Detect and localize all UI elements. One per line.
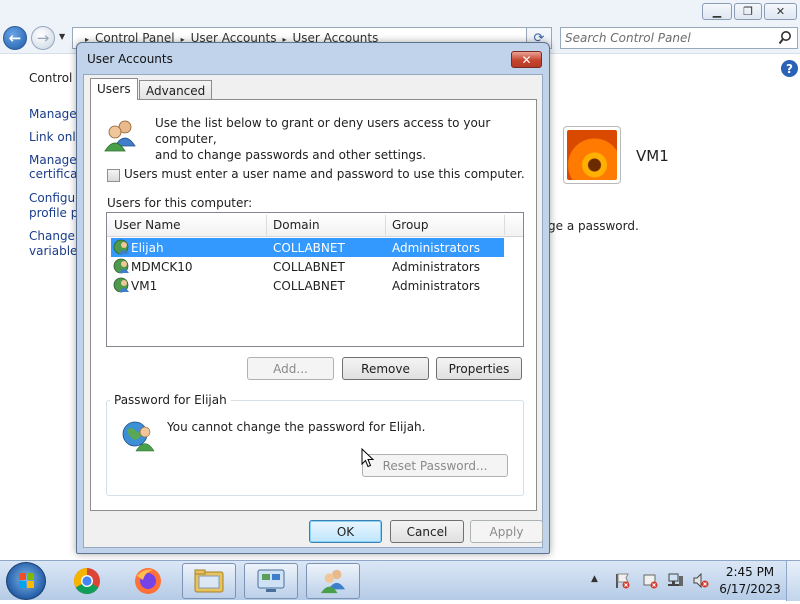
users-tab-panel: Use the list below to grant or deny user… <box>90 99 537 511</box>
restore-icon: ❐ <box>743 5 753 18</box>
dialog-client-area: Users Advanced Use the list below to gra… <box>83 74 543 548</box>
cancel-button[interactable]: Cancel <box>390 520 464 543</box>
volume-muted-icon[interactable] <box>692 572 709 589</box>
cell-domain: COLLABNET <box>273 279 345 293</box>
dialog-title: User Accounts <box>87 52 173 66</box>
cell-group: Administrators <box>392 279 481 293</box>
show-desktop-button[interactable] <box>786 561 800 601</box>
clock-date[interactable]: 6/17/2023 <box>718 582 782 596</box>
table-row[interactable]: MDMCK10 COLLABNET Administrators <box>111 257 504 276</box>
require-login-checkbox[interactable] <box>107 169 120 182</box>
close-icon: ✕ <box>775 5 786 18</box>
search-icon[interactable] <box>778 30 792 46</box>
history-dropdown-icon[interactable]: ▼ <box>59 32 65 41</box>
maximize-button[interactable]: ❐ <box>734 3 762 20</box>
back-button[interactable]: ← <box>3 26 27 50</box>
tab-users[interactable]: Users <box>90 78 138 100</box>
require-login-label[interactable]: Users must enter a user name and passwor… <box>124 167 525 181</box>
apply-button[interactable]: Apply <box>470 520 543 543</box>
column-divider[interactable] <box>504 215 505 235</box>
account-name: VM1 <box>636 147 669 165</box>
action-center-flag-icon[interactable] <box>614 572 631 589</box>
cell-domain: COLLABNET <box>273 241 345 255</box>
remove-user-button[interactable]: Remove <box>342 357 429 380</box>
cell-user-name: VM1 <box>131 279 158 293</box>
forward-button[interactable]: → <box>31 26 55 50</box>
notification-icon[interactable] <box>642 572 659 589</box>
intro-text: Use the list below to grant or deny user… <box>155 115 525 163</box>
flower-picture-icon <box>567 130 617 180</box>
cell-group: Administrators <box>392 260 481 274</box>
column-header-domain[interactable]: Domain <box>273 218 320 232</box>
users-list-label: Users for this computer: <box>107 196 253 210</box>
show-hidden-icons-icon[interactable]: ▲ <box>591 574 598 584</box>
dialog-close-button[interactable]: ✕ <box>511 51 542 68</box>
help-icon[interactable]: ? <box>781 60 798 77</box>
tab-advanced[interactable]: Advanced <box>139 80 213 100</box>
cell-group: Administrators <box>392 241 481 255</box>
table-row[interactable]: Elijah COLLABNET Administrators <box>111 238 504 257</box>
task-link[interactable]: Manage <box>29 107 77 121</box>
clock-time[interactable]: 2:45 PM <box>722 565 778 579</box>
list-header: User Name Domain Group <box>107 213 523 237</box>
task-link[interactable]: Manage <box>29 153 77 167</box>
task-link[interactable]: certificat <box>29 167 82 181</box>
mouse-cursor-icon <box>361 448 375 468</box>
close-button[interactable]: ✕ <box>764 3 797 20</box>
control-panel-icon <box>257 569 285 592</box>
windows-logo-icon <box>19 573 34 588</box>
users-list[interactable]: User Name Domain Group Elijah COLLABNET … <box>106 212 524 347</box>
cell-user-name: Elijah <box>131 241 164 255</box>
taskbar-user-accounts[interactable] <box>306 563 360 599</box>
properties-button[interactable]: Properties <box>436 357 522 380</box>
taskbar-chrome[interactable] <box>60 563 114 599</box>
start-button[interactable] <box>6 562 46 600</box>
table-row[interactable]: VM1 COLLABNET Administrators <box>111 276 504 295</box>
task-link[interactable]: Configur <box>29 191 80 205</box>
users-icon <box>104 120 136 152</box>
reset-password-button[interactable]: Reset Password... <box>362 454 508 477</box>
search-box[interactable] <box>560 27 798 49</box>
column-divider[interactable] <box>385 215 386 235</box>
cell-domain: COLLABNET <box>273 260 345 274</box>
taskbar-control-panel[interactable] <box>244 563 298 599</box>
network-icon[interactable] <box>667 572 684 589</box>
users-icon <box>320 569 346 594</box>
ok-button[interactable]: OK <box>309 520 382 543</box>
intro-line: Use the list below to grant or deny user… <box>155 116 491 146</box>
password-group-title: Password for Elijah <box>110 393 231 407</box>
intro-line: and to change passwords and other settin… <box>155 148 427 162</box>
column-header-user-name[interactable]: User Name <box>114 218 181 232</box>
user-icon <box>113 258 129 274</box>
minimize-icon: ▁ <box>712 5 722 18</box>
password-message: You cannot change the password for Elija… <box>167 420 426 434</box>
column-divider[interactable] <box>266 215 267 235</box>
folder-icon <box>194 569 224 593</box>
change-password-text[interactable]: ge a password. <box>548 219 639 233</box>
cell-user-name: MDMCK10 <box>131 260 193 274</box>
password-groupbox: Password for Elijah You cannot change th… <box>106 393 524 496</box>
firefox-icon <box>135 568 161 594</box>
user-icon <box>113 239 129 255</box>
back-arrow-icon: ← <box>8 29 22 47</box>
close-icon: ✕ <box>521 52 532 67</box>
user-accounts-dialog: User Accounts ✕ Users Advanced Use the l… <box>76 42 550 554</box>
column-header-group[interactable]: Group <box>392 218 429 232</box>
minimize-button[interactable]: ▁ <box>702 3 732 20</box>
user-globe-icon <box>122 421 155 452</box>
user-icon <box>113 277 129 293</box>
add-user-button[interactable]: Add... <box>247 357 334 380</box>
taskbar-windows-explorer[interactable] <box>182 563 236 599</box>
taskbar: ▲ 2:45 PM 6/17/2023 <box>0 560 800 601</box>
chrome-icon <box>73 567 100 595</box>
account-picture[interactable] <box>563 126 621 184</box>
taskbar-firefox[interactable] <box>121 563 175 599</box>
search-input[interactable] <box>565 31 770 45</box>
task-link[interactable]: Link onli <box>29 130 79 144</box>
forward-arrow-icon: → <box>36 29 50 47</box>
